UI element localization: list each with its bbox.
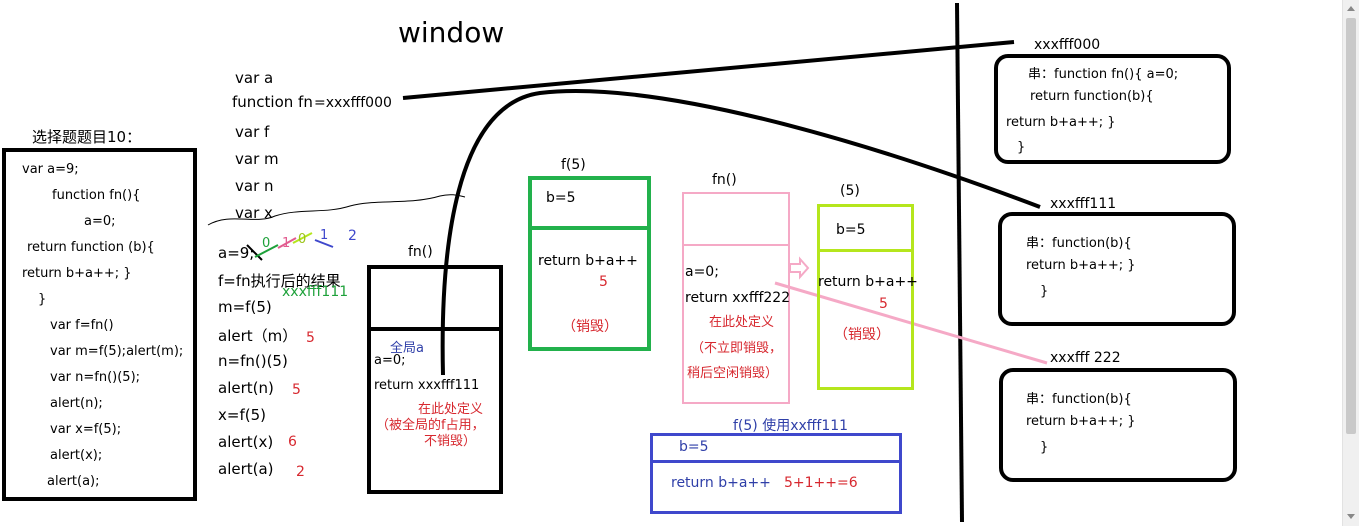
heap3-line: 串：function(b){ [1026,392,1132,407]
code-line: } [38,292,47,307]
heap3-address: xxxfff 222 [1050,350,1121,366]
function-fn: function fn [232,93,313,111]
code-line: alert(x); [50,448,103,463]
f5-scope-b: b=5 [546,190,576,206]
var-a: var a [235,69,274,87]
x-value: 6 [288,434,297,450]
fn-address: =xxxfff000 [314,95,392,111]
fn-scope1-note: 不销毁） [424,434,477,449]
call5-scope-return: return b+a++ [818,274,918,290]
a-final-value: 2 [296,464,305,480]
heap2-address: xxxfff111 [1050,196,1117,212]
exec-x-assign: x=f(5) [218,406,266,424]
scroll-thumb[interactable] [1346,18,1356,434]
f5-scope-note: （销毁） [562,319,618,335]
a-value: 2 [348,228,357,244]
fn-scope1-a0: a=0; [374,353,406,368]
call5-scope-value: 5 [879,296,888,312]
vertical-scrollbar[interactable] [1342,0,1359,526]
heap1-line: return function(b){ [1030,89,1154,104]
code-line: var f=fn() [50,318,114,333]
fn-scope2-label: fn() [712,172,737,188]
question-heading: 选择题题目10： [32,128,142,146]
exec-alert-a: alert(a) [218,460,274,478]
heap1-line: } [1017,140,1026,155]
fn-scope2-note: 在此处定义 [709,315,775,330]
scroll-up-icon[interactable] [1347,6,1355,11]
heap1-line: 串：function fn(){ a=0; [1028,67,1179,82]
f5-use-divider [653,460,899,463]
f5-use-b: b=5 [679,439,709,455]
code-line: var x=f(5); [50,422,122,437]
code-line: alert(a); [47,474,100,489]
exec-a9: a=9; [218,244,255,262]
fn-scope2-note: 稍后空闲销毁） [687,366,779,381]
exec-n-assign: n=fn()(5) [218,352,288,370]
a-value: 1 [320,228,329,243]
f5-use-return: return b+a++ [671,475,771,491]
fn-scope2-a0: a=0; [685,264,719,280]
f5-use-label: f(5) 使用xxfff111 [733,418,849,434]
fn-scope1-return: return xxxfff111 [374,378,480,393]
fn-scope2-note: （不立即销毁， [691,341,783,356]
code-line: return function (b){ [27,240,155,255]
fn-scope1-divider [370,327,500,331]
var-f: var f [235,123,270,141]
code-line: function fn(){ [52,188,141,203]
arrow-fn-to-heap1 [402,40,1015,100]
heap3-line: } [1040,440,1049,455]
f5-scope-return: return b+a++ [538,253,638,269]
f5-scope-divider [531,226,648,230]
a-value: 0 [298,232,307,247]
f5-scope-label: f(5) [561,157,586,173]
code-line: a=0; [84,214,116,229]
n-value: 5 [292,382,301,398]
call5-scope-note: （销毁） [834,327,890,343]
call5-scope-label: (5) [840,183,860,199]
code-line: alert(n); [50,396,103,411]
heap1-address: xxxfff000 [1034,37,1101,53]
var-x: var x [235,204,273,222]
f5-scope-value: 5 [599,274,608,290]
code-line: return b+a++; } [22,266,132,281]
code-line: var m=f(5);alert(m); [50,344,184,359]
stack-heap-divider [955,2,964,523]
heap2-line: return b+a++; } [1026,258,1136,273]
fn-scope1-label: fn() [408,244,433,260]
a-value: 1 [282,236,291,251]
fn-scope2-return: return xxfff222 [685,290,791,306]
heap1-line: return b+a++; } [1006,115,1116,130]
exec-m-assign: m=f(5) [218,298,272,316]
call5-scope-b: b=5 [836,222,866,238]
window-title: window [398,16,505,49]
var-n: var n [235,177,274,195]
exec-alert-x: alert(x) [218,433,274,451]
heap2-line: } [1040,284,1049,299]
var-m: var m [235,150,279,168]
m-value: 5 [306,330,315,346]
code-line: var a=9; [22,162,79,177]
exec-alert-n: alert(n) [218,379,274,397]
fn-scope2-divider [684,244,788,246]
f5-use-calc: 5+1++=6 [784,475,858,491]
heap3-line: return b+a++; } [1026,414,1136,429]
exec-f-address: xxxfff111 [282,284,349,300]
scroll-down-icon[interactable] [1347,514,1355,519]
pink-arrow-icon [789,256,810,280]
call5-scope-divider [820,249,911,252]
exec-alert-m: alert（m） [218,327,298,345]
a-value: 0 [262,236,271,251]
code-line: var n=fn()(5); [50,370,141,385]
heap2-line: 串：function(b){ [1026,236,1132,251]
